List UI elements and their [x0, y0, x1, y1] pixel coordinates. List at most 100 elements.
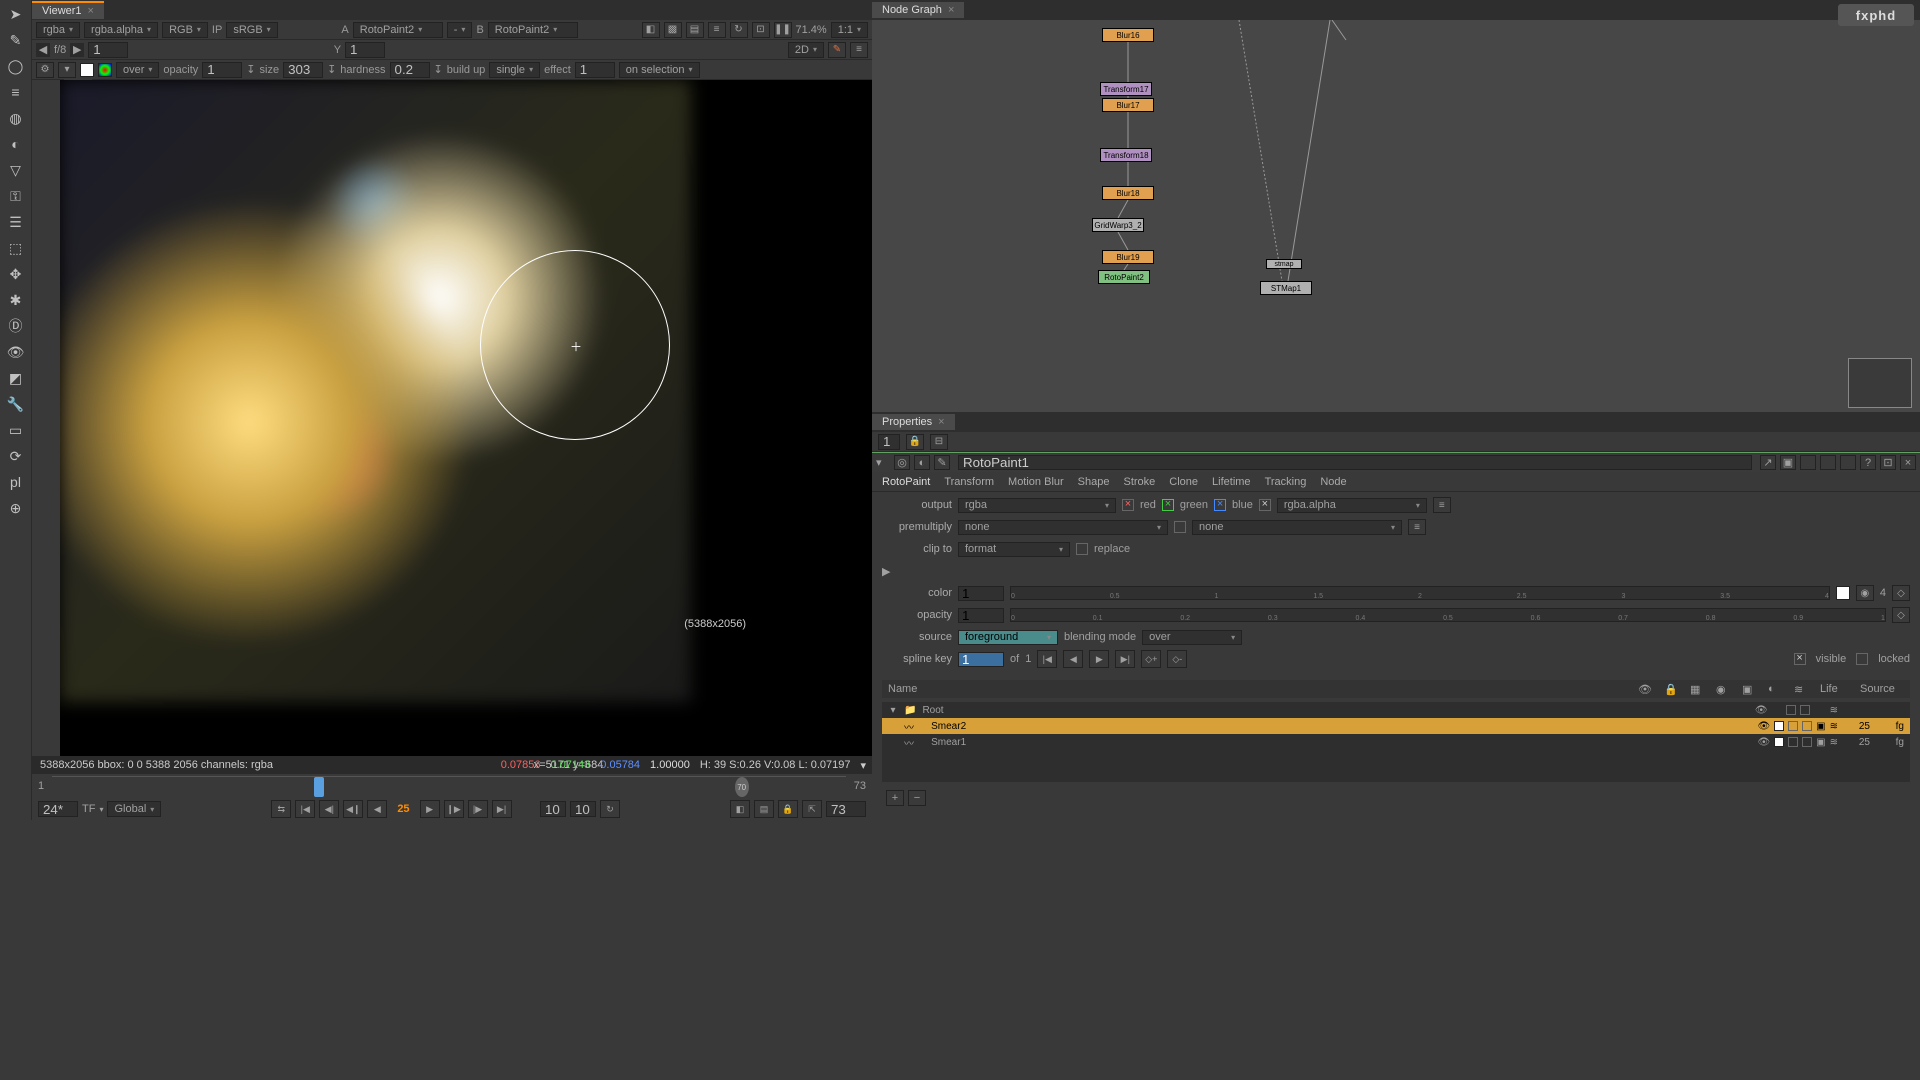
skip2-input[interactable] — [570, 801, 596, 817]
key-icon[interactable]: ⚿ — [3, 184, 29, 208]
popacity-input[interactable] — [958, 608, 1004, 623]
col-source[interactable]: Source — [1860, 683, 1904, 695]
color-input[interactable] — [958, 586, 1004, 601]
next-key-button[interactable]: |▶ — [468, 800, 488, 818]
lock-icon[interactable]: 🔒 — [906, 434, 924, 450]
step-back-button[interactable]: ◀❙ — [343, 800, 363, 818]
vb-icon-7[interactable]: ❚❚ — [774, 22, 792, 38]
opacity-input[interactable] — [202, 62, 242, 78]
navigator[interactable] — [1848, 358, 1912, 408]
mb-icon[interactable]: ≋ — [1830, 721, 1838, 732]
node-blur19[interactable]: Blur19 — [1102, 250, 1154, 264]
green-check[interactable]: × — [1162, 499, 1174, 511]
hardness-input[interactable] — [390, 62, 430, 78]
vis-icon[interactable]: 👁 — [1757, 721, 1770, 732]
snow-icon[interactable]: ✱ — [3, 288, 29, 312]
vb2-icon-1[interactable]: ✎ — [828, 42, 846, 58]
node-stmap[interactable]: stmap — [1266, 259, 1302, 269]
scope-dropdown[interactable]: Global — [107, 801, 161, 817]
col-color-icon[interactable]: ◉ — [1716, 683, 1732, 696]
replace-check[interactable] — [1076, 543, 1088, 555]
wrench-icon[interactable]: 🔧 — [3, 392, 29, 416]
close-icon[interactable]: × — [938, 416, 944, 428]
play-back-button[interactable]: ◀ — [367, 800, 387, 818]
tab-node[interactable]: Node — [1320, 476, 1346, 488]
step-fwd-button[interactable]: ❙▶ — [444, 800, 464, 818]
col-inv-icon[interactable]: ◐ — [1768, 683, 1784, 695]
tab-clone[interactable]: Clone — [1169, 476, 1198, 488]
tb-icon-d[interactable]: ⇱ — [802, 800, 822, 818]
vb-icon-6[interactable]: ⊡ — [752, 22, 770, 38]
vb-icon-2[interactable]: ▩ — [664, 22, 682, 38]
stroke-chk1[interactable] — [1788, 721, 1798, 731]
close-node-icon[interactable]: × — [1900, 455, 1916, 470]
prev-key-button[interactable]: ◀| — [319, 800, 339, 818]
pressure2-icon[interactable]: ↧ — [327, 63, 336, 76]
vb-icon-4[interactable]: ≡ — [708, 22, 726, 38]
color-swatch[interactable] — [1836, 586, 1850, 600]
source-dropdown[interactable]: foreground — [958, 630, 1058, 645]
row-menu-icon[interactable]: ≡ — [1433, 497, 1451, 513]
globe-icon[interactable]: ⊕ — [3, 496, 29, 520]
bg-swatch[interactable] — [98, 63, 112, 77]
stroke-row[interactable]: 〰 Smear1👁▣≋25fg — [882, 734, 1910, 750]
layers-icon[interactable]: ☰ — [3, 210, 29, 234]
in-frame-input[interactable] — [38, 801, 78, 817]
timeline[interactable]: 1 70 73 — [32, 774, 872, 798]
hide-icon[interactable]: ◐ — [914, 455, 930, 470]
vis-icon[interactable]: 👁 — [1757, 737, 1770, 748]
viewer-mode-dropdown[interactable]: 2D — [788, 42, 824, 58]
last-frame-button[interactable]: ▶| — [492, 800, 512, 818]
key-next-icon[interactable]: ▶ — [1089, 650, 1109, 668]
node-blur18[interactable]: Blur18 — [1102, 186, 1154, 200]
tab-shape[interactable]: Shape — [1078, 476, 1110, 488]
hbtn-2[interactable]: ▣ — [1780, 455, 1796, 470]
gain-input[interactable] — [88, 42, 128, 58]
key-first-icon[interactable]: |◀ — [1037, 650, 1057, 668]
stroke-chk2[interactable] — [1802, 737, 1812, 747]
tf-toggle[interactable]: TF — [82, 803, 95, 815]
tb-icon-a[interactable]: ◧ — [730, 800, 750, 818]
lines-icon[interactable]: ≡ — [3, 80, 29, 104]
play-button[interactable]: ▶ — [420, 800, 440, 818]
fstop-up[interactable]: ▶ — [70, 43, 84, 57]
hbtn-4[interactable] — [1820, 455, 1836, 470]
col-lock-icon[interactable]: 🔒 — [1664, 683, 1680, 696]
visible-check[interactable] — [1794, 653, 1806, 665]
pen-icon[interactable]: ✎ — [3, 28, 29, 52]
pressure3-icon[interactable]: ↧ — [434, 63, 443, 76]
hbtn-7[interactable]: ⊡ — [1880, 455, 1896, 470]
eye-icon[interactable]: 👁 — [3, 340, 29, 364]
properties-tab[interactable]: Properties× — [872, 414, 955, 430]
blue-check[interactable]: × — [1214, 499, 1226, 511]
key-last-icon[interactable]: ▶| — [1115, 650, 1135, 668]
blend-dropdown[interactable]: over — [1142, 630, 1242, 645]
color-slider[interactable]: 00.511.522.533.54 — [1010, 586, 1830, 600]
pl-icon[interactable]: pl — [3, 470, 29, 494]
locked-check[interactable] — [1856, 653, 1868, 665]
vb-icon-5[interactable]: ↻ — [730, 22, 748, 38]
loop-icon[interactable]: ↻ — [600, 800, 620, 818]
mb-icon[interactable]: ≋ — [1830, 705, 1838, 716]
current-frame[interactable]: 25 — [391, 803, 415, 815]
mb-icon[interactable]: ≋ — [1830, 737, 1838, 748]
viewer-tab[interactable]: Viewer1× — [32, 1, 104, 19]
ratio-dropdown[interactable]: 1:1 — [831, 22, 868, 38]
playhead[interactable] — [314, 777, 324, 797]
b-input-dropdown[interactable]: RotoPaint2 — [488, 22, 578, 38]
stroke-color[interactable] — [1774, 737, 1784, 747]
nodegraph-tab[interactable]: Node Graph× — [872, 2, 964, 18]
premult-dropdown[interactable]: none — [958, 520, 1168, 535]
first-frame-button[interactable]: |◀ — [295, 800, 315, 818]
arrow-icon[interactable]: ➤ — [3, 2, 29, 26]
col-eye-icon[interactable]: 👁 — [1638, 683, 1654, 696]
zoom-value[interactable]: 71.4% — [796, 24, 827, 36]
y-input[interactable] — [345, 42, 385, 58]
hbtn-6[interactable]: ? — [1860, 455, 1876, 470]
node-blur16[interactable]: Blur16 — [1102, 28, 1154, 42]
sphere-icon[interactable]: ◍ — [3, 106, 29, 130]
close-icon[interactable]: × — [948, 4, 954, 16]
stroke-chk1[interactable] — [1786, 705, 1796, 715]
channel1-dropdown[interactable]: rgba — [36, 22, 80, 38]
clear-icon[interactable]: ⊟ — [930, 434, 948, 450]
